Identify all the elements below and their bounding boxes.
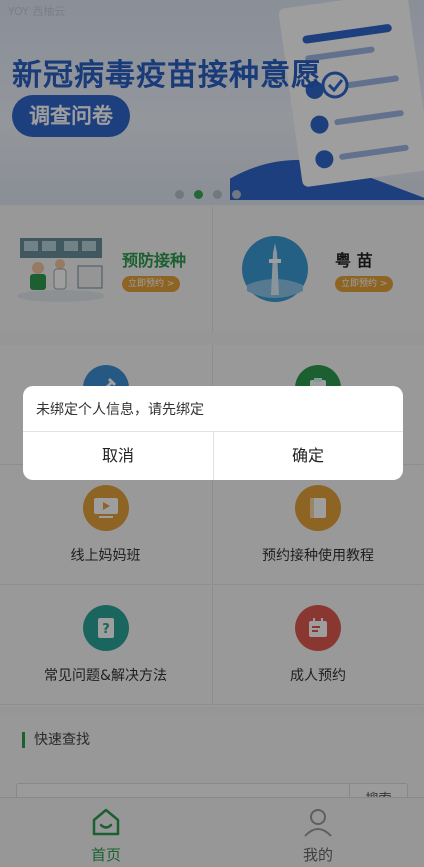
confirm-button[interactable]: 确定 (213, 432, 403, 480)
bind-info-dialog: 未绑定个人信息，请先绑定 取消 确定 (23, 386, 403, 480)
cancel-button[interactable]: 取消 (23, 432, 213, 480)
dialog-message: 未绑定个人信息，请先绑定 (36, 402, 204, 418)
